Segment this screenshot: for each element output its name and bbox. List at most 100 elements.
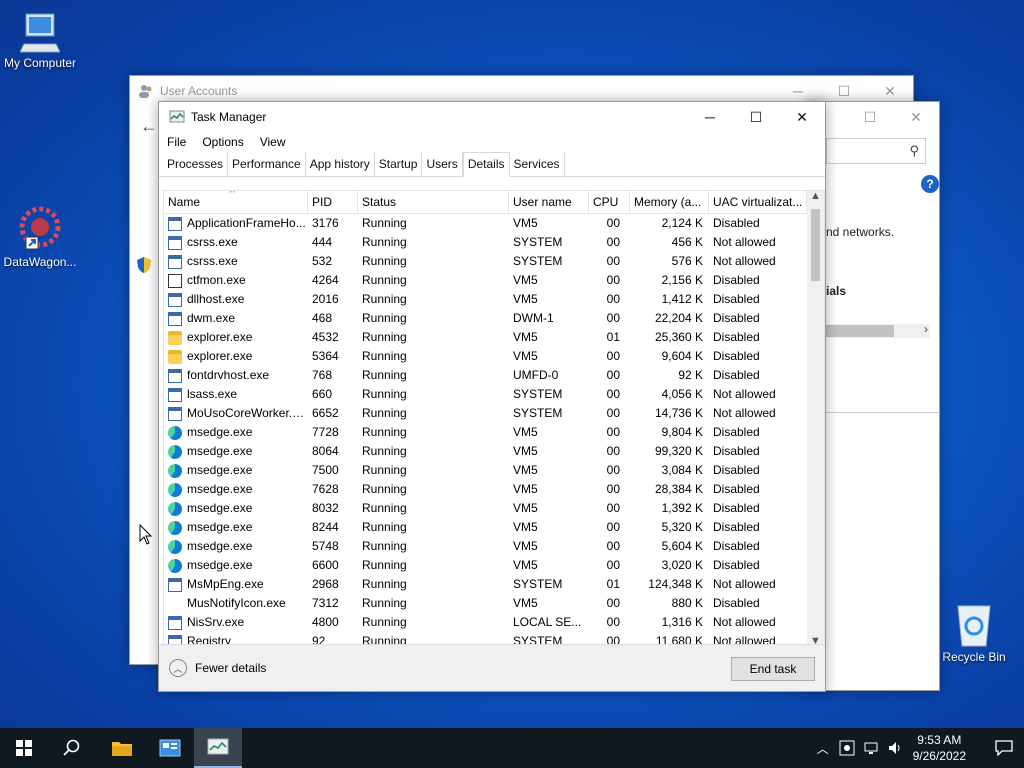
column-header-name[interactable]: Name ^ bbox=[164, 191, 308, 213]
table-row[interactable]: msedge.exe 5748 Running VM5 00 5,604 K Disable… bbox=[164, 537, 824, 556]
vertical-scrollbar[interactable]: ▲ ▼ bbox=[807, 191, 824, 647]
horizontal-scrollbar[interactable]: › bbox=[826, 322, 930, 338]
notifications-button[interactable] bbox=[984, 728, 1024, 768]
tab-services[interactable]: Services bbox=[510, 152, 565, 176]
table-row[interactable]: MoUsoCoreWorker.e... 6652 Running SYSTEM 00 1… bbox=[164, 404, 824, 423]
maximize-button[interactable]: ☐ bbox=[847, 102, 893, 132]
close-button[interactable]: ✕ bbox=[893, 102, 939, 132]
close-button[interactable]: ✕ bbox=[779, 102, 825, 132]
edge-icon bbox=[168, 520, 182, 535]
action-center-security-icon[interactable] bbox=[839, 740, 855, 756]
process-details-table: Name ^ PID Status User name CPU Memory (… bbox=[163, 190, 825, 648]
search-button[interactable] bbox=[48, 728, 96, 768]
taskbar-control-panel[interactable] bbox=[146, 728, 194, 768]
table-row[interactable]: MsMpEng.exe 2968 Running SYSTEM 01 124,348 K N… bbox=[164, 575, 824, 594]
name-cell: ApplicationFrameHo... bbox=[164, 214, 308, 233]
user-name-cell: UMFD-0 bbox=[513, 368, 559, 382]
table-row[interactable]: explorer.exe 4532 Running VM5 01 25,360 K Disa… bbox=[164, 328, 824, 347]
network-icon[interactable] bbox=[863, 740, 879, 756]
uac-cell: Not allowed bbox=[713, 577, 776, 591]
maximize-button[interactable]: ☐ bbox=[733, 102, 779, 132]
process-name: csrss.exe bbox=[187, 235, 238, 249]
table-row[interactable]: msedge.exe 7728 Running VM5 00 9,804 K Disable… bbox=[164, 423, 824, 442]
table-row[interactable]: dllhost.exe 2016 Running VM5 00 1,412 K Disabl… bbox=[164, 290, 824, 309]
chevron-right-icon[interactable]: › bbox=[924, 322, 928, 336]
memory-cell: 456 K bbox=[671, 235, 703, 249]
end-task-button[interactable]: End task bbox=[731, 657, 815, 681]
pid-cell: 2016 bbox=[312, 292, 339, 306]
table-row[interactable]: msedge.exe 8244 Running VM5 00 5,320 K Disable… bbox=[164, 518, 824, 537]
column-header-cpu[interactable]: CPU bbox=[589, 191, 630, 213]
table-row[interactable]: lsass.exe 660 Running SYSTEM 00 4,056 K Not al… bbox=[164, 385, 824, 404]
table-row[interactable]: dwm.exe 468 Running DWM-1 00 22,204 K Disabled bbox=[164, 309, 824, 328]
back-arrow-icon[interactable]: ← bbox=[140, 116, 158, 137]
fewer-details-button[interactable]: ︿ Fewer details bbox=[169, 659, 266, 677]
tab-startup[interactable]: Startup bbox=[375, 152, 423, 176]
desktop-icon-recycle-bin[interactable]: Recycle Bin bbox=[934, 600, 1014, 664]
column-header-uac[interactable]: UAC virtualizat... bbox=[709, 191, 807, 213]
column-header-pid[interactable]: PID bbox=[308, 191, 358, 213]
name-cell: lsass.exe bbox=[164, 385, 308, 404]
recycle-bin-icon bbox=[957, 605, 991, 647]
table-row[interactable]: msedge.exe 8064 Running VM5 00 99,320 K Disabl… bbox=[164, 442, 824, 461]
chevron-up-circle-icon: ︿ bbox=[169, 659, 187, 677]
help-icon[interactable]: ? bbox=[921, 175, 939, 193]
table-row[interactable]: csrss.exe 444 Running SYSTEM 00 456 K Not allo… bbox=[164, 233, 824, 252]
table-row[interactable]: fontdrvhost.exe 768 Running UMFD-0 00 92 K Dis… bbox=[164, 366, 824, 385]
cpu-cell: 01 bbox=[606, 330, 620, 344]
column-header-memory[interactable]: Memory (a... bbox=[630, 191, 709, 213]
table-row[interactable]: msedge.exe 7628 Running VM5 00 28,384 K Disabl… bbox=[164, 480, 824, 499]
tab-users[interactable]: Users bbox=[422, 152, 463, 176]
chevron-up-icon[interactable]: ▲ bbox=[810, 191, 821, 202]
volume-icon[interactable] bbox=[887, 740, 903, 756]
minimize-button[interactable]: ─ bbox=[687, 102, 733, 132]
table-row[interactable]: msedge.exe 7500 Running VM5 00 3,084 K Disable… bbox=[164, 461, 824, 480]
tab-performance[interactable]: Performance bbox=[228, 152, 306, 176]
desktop-icon-my-computer[interactable]: My Computer bbox=[0, 10, 80, 70]
clock[interactable]: 9:53 AM 9/26/2022 bbox=[913, 732, 966, 764]
search-input[interactable]: ⚲ bbox=[826, 138, 926, 164]
app-window-icon bbox=[168, 235, 182, 250]
table-row[interactable]: ApplicationFrameHo... 3176 Running VM5 00 2,1… bbox=[164, 214, 824, 233]
column-header-user-name[interactable]: User name bbox=[509, 191, 589, 213]
tab-app-history[interactable]: App history bbox=[306, 152, 375, 176]
cpu-cell: 00 bbox=[606, 539, 620, 553]
scroll-thumb[interactable] bbox=[826, 325, 894, 337]
desktop-icon-datawagon[interactable]: DataWagon... bbox=[0, 205, 80, 269]
menu-options[interactable]: Options bbox=[202, 132, 243, 152]
table-row[interactable]: NisSrv.exe 4800 Running LOCAL SE... 00 1,316 … bbox=[164, 613, 824, 632]
taskbar-file-explorer[interactable] bbox=[98, 728, 146, 768]
uac-cell: Disabled bbox=[713, 482, 760, 496]
user-name-cell: SYSTEM bbox=[513, 235, 563, 249]
menu-bar: File Options View bbox=[159, 132, 825, 152]
tab-processes[interactable]: Processes bbox=[163, 152, 229, 176]
scroll-thumb[interactable] bbox=[811, 209, 820, 281]
table-row[interactable]: ctfmon.exe 4264 Running VM5 00 2,156 K Disable… bbox=[164, 271, 824, 290]
shield-icon bbox=[136, 256, 152, 274]
task-manager-titlebar[interactable]: Task Manager ─ ☐ ✕ bbox=[159, 102, 825, 132]
cpu-cell: 00 bbox=[606, 292, 620, 306]
table-row[interactable]: MusNotifyIcon.exe 7312 Running VM5 00 880 K Di… bbox=[164, 594, 824, 613]
column-header-status[interactable]: Status bbox=[358, 191, 509, 213]
table-row[interactable]: csrss.exe 532 Running SYSTEM 00 576 K Not allo… bbox=[164, 252, 824, 271]
sort-ascending-icon: ^ bbox=[230, 191, 235, 199]
process-name: msedge.exe bbox=[187, 539, 253, 553]
start-button[interactable] bbox=[0, 728, 48, 768]
menu-file[interactable]: File bbox=[167, 132, 186, 152]
uac-cell: Disabled bbox=[713, 311, 760, 325]
show-hidden-icons-icon[interactable]: ︿ bbox=[817, 740, 829, 757]
uac-cell: Disabled bbox=[713, 520, 760, 534]
task-manager-window[interactable]: Task Manager ─ ☐ ✕ File Options View Pro… bbox=[158, 101, 826, 692]
taskbar-task-manager[interactable] bbox=[194, 728, 242, 768]
pid-cell: 6600 bbox=[312, 558, 339, 572]
cpu-cell: 00 bbox=[606, 558, 620, 572]
tab-details[interactable]: Details bbox=[462, 152, 510, 177]
table-row[interactable]: explorer.exe 5364 Running VM5 00 9,604 K Disab… bbox=[164, 347, 824, 366]
table-row[interactable]: msedge.exe 8032 Running VM5 00 1,392 K Disable… bbox=[164, 499, 824, 518]
edge-icon bbox=[168, 482, 182, 497]
process-name: MusNotifyIcon.exe bbox=[187, 596, 286, 610]
name-cell: NisSrv.exe bbox=[164, 613, 308, 632]
memory-cell: 576 K bbox=[671, 254, 703, 268]
table-row[interactable]: msedge.exe 6600 Running VM5 00 3,020 K Disable… bbox=[164, 556, 824, 575]
menu-view[interactable]: View bbox=[260, 132, 286, 152]
